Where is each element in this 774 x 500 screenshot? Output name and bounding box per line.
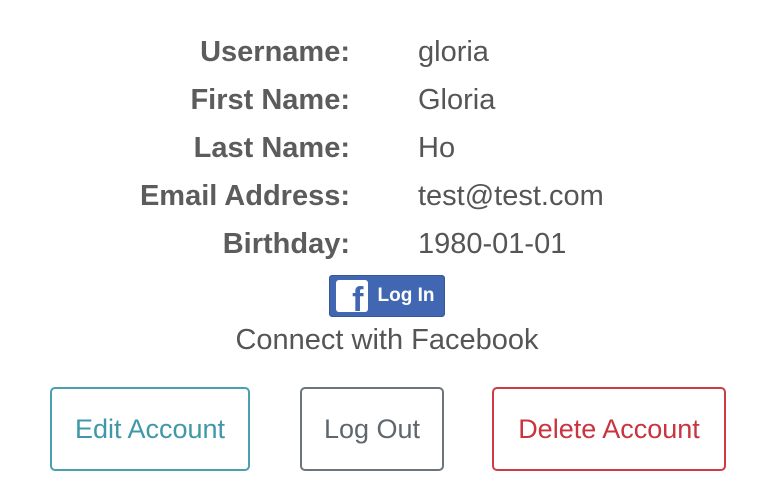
edit-account-button[interactable]: Edit Account: [50, 387, 250, 471]
first-name-row: First Name: Gloria: [0, 76, 774, 124]
email-row: Email Address: test@test.com: [0, 172, 774, 220]
username-value: gloria: [418, 36, 489, 68]
first-name-label: First Name:: [190, 84, 350, 116]
email-label: Email Address:: [139, 180, 350, 212]
last-name-row: Last Name: Ho: [0, 124, 774, 172]
first-name-value: Gloria: [418, 84, 496, 116]
facebook-login-button[interactable]: f Log In: [328, 275, 446, 319]
profile-details: Username: gloria First Name: Gloria Last…: [0, 28, 774, 268]
connect-with-facebook-text: Connect with Facebook: [235, 324, 539, 356]
birthday-row: Birthday: 1980-01-01: [0, 220, 774, 268]
last-name-label: Last Name:: [193, 132, 350, 164]
username-label: Username:: [200, 36, 350, 68]
facebook-login-container: f Log In: [0, 275, 774, 319]
email-value: test@test.com: [418, 180, 604, 212]
birthday-label: Birthday:: [222, 228, 350, 260]
log-out-button[interactable]: Log Out: [300, 387, 444, 471]
delete-account-button[interactable]: Delete Account: [492, 387, 726, 471]
facebook-login-label: Log In: [377, 285, 435, 306]
last-name-value: Ho: [418, 132, 456, 164]
username-row: Username: gloria: [0, 28, 774, 76]
facebook-f-glyph: f: [352, 281, 364, 319]
facebook-f-icon: f: [335, 280, 368, 319]
birthday-value: 1980-01-01: [418, 228, 567, 260]
